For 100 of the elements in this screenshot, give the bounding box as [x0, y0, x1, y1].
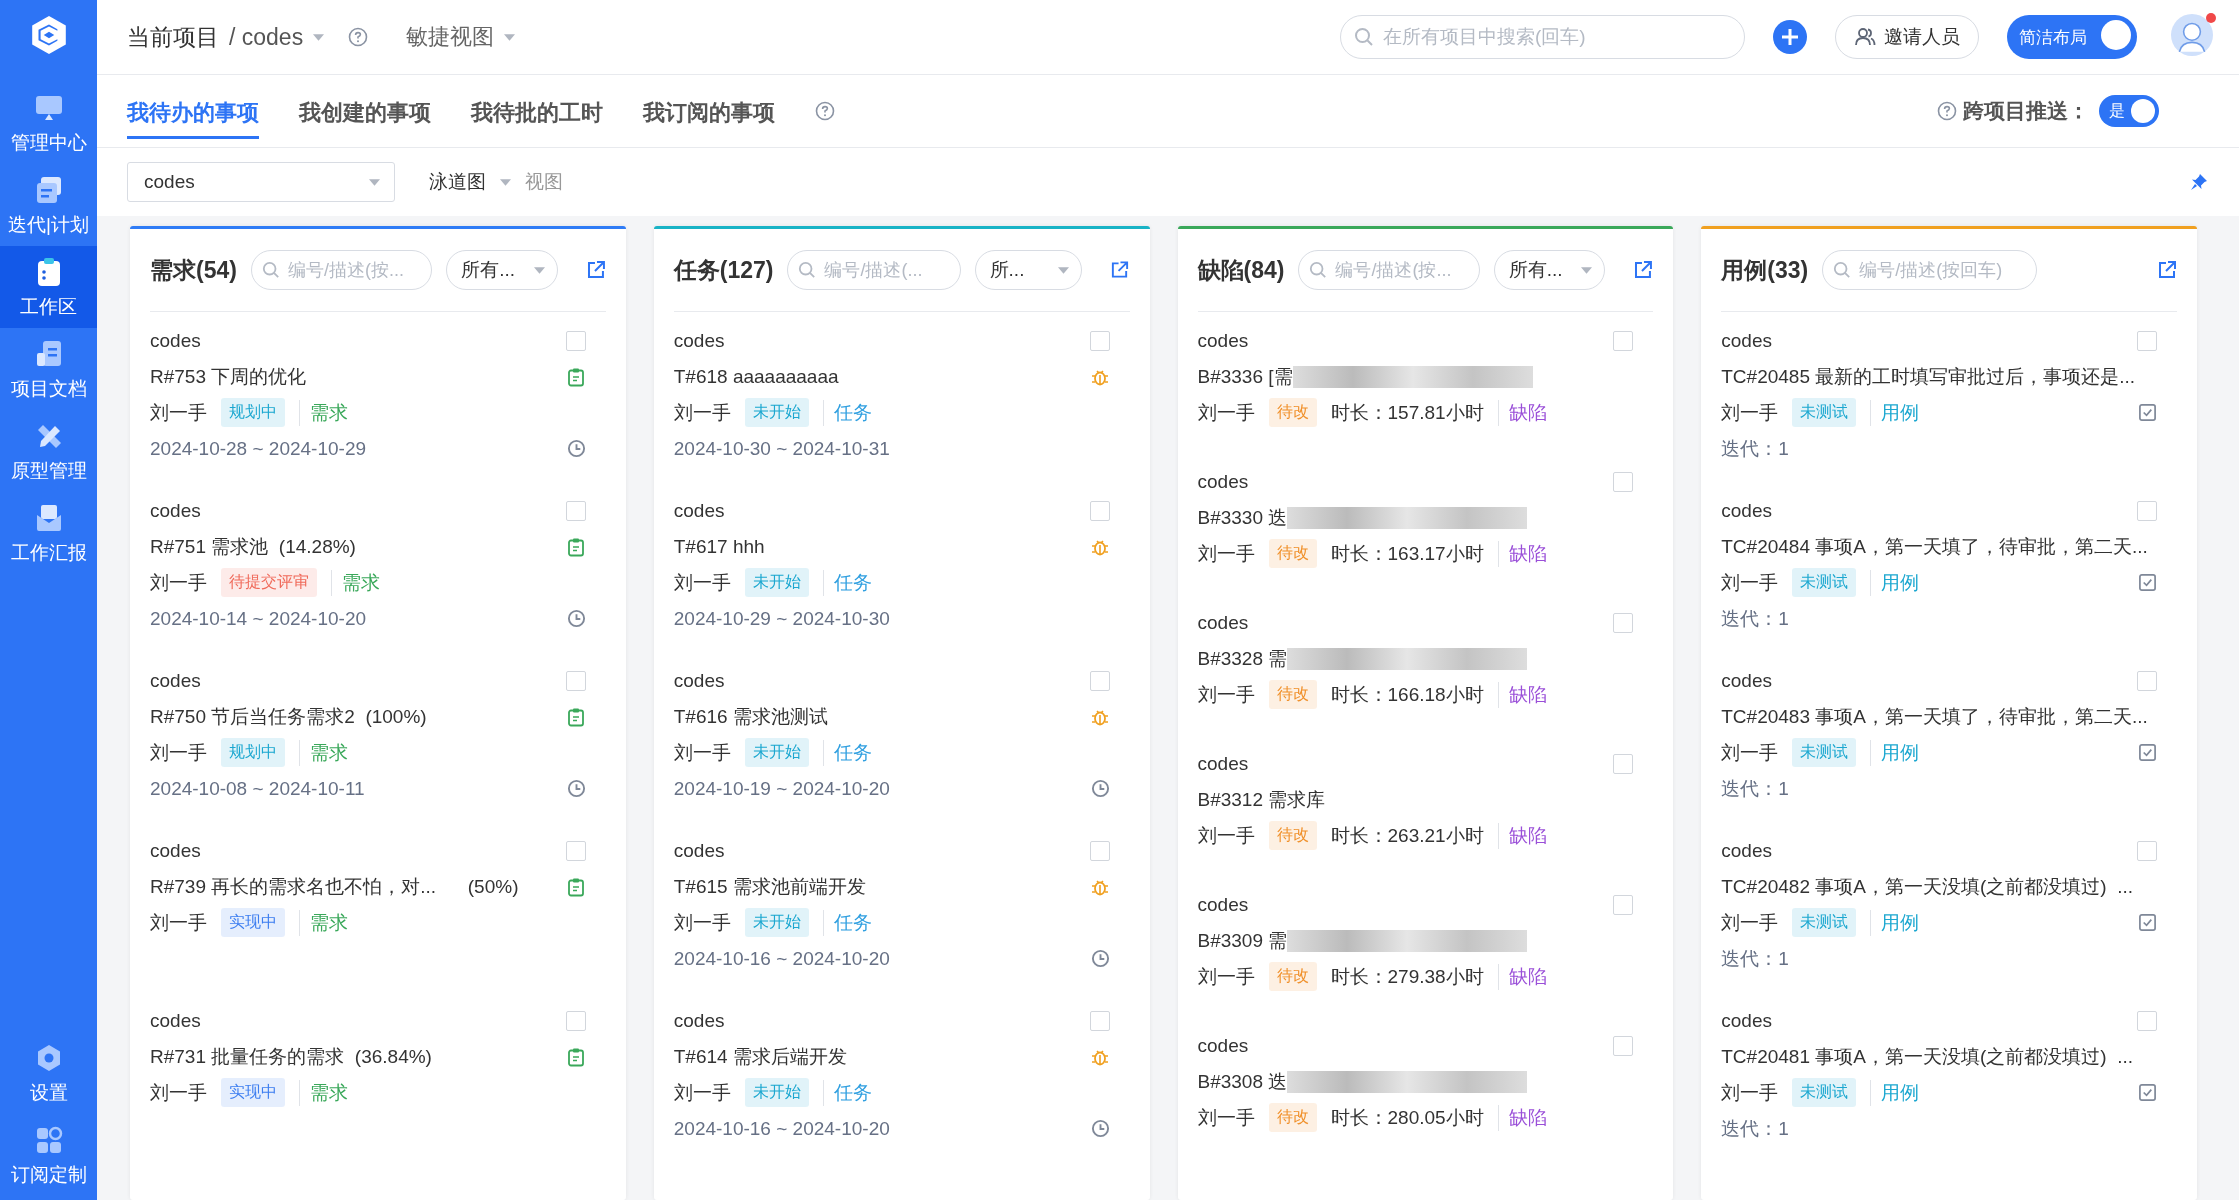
tab[interactable]: 我创建的事项 — [299, 83, 431, 139]
item-title[interactable]: TC#20483 事项A，第一天填了，待审批，第二天... — [1721, 703, 2148, 730]
status-tag: 待改 — [1268, 680, 1317, 709]
tab[interactable]: 我订阅的事项 — [643, 83, 775, 139]
checkbox[interactable] — [2137, 1010, 2157, 1031]
layout-toggle[interactable]: 简洁布局 — [2007, 15, 2137, 59]
checkbox[interactable] — [565, 840, 586, 861]
search-field[interactable]: 编号/描述(... — [787, 250, 961, 290]
checkbox[interactable] — [2137, 670, 2157, 691]
project-name: codes — [1197, 611, 1249, 634]
item-title[interactable]: T#617 hhh — [673, 535, 765, 558]
assignee-name: 刘一手 — [1721, 740, 1779, 765]
checkbox[interactable] — [1613, 330, 1634, 351]
item-title[interactable]: B#3308 迭 — [1197, 1068, 1288, 1095]
item-type: 缺陷 — [1497, 963, 1547, 990]
checkbox[interactable] — [1089, 1010, 1110, 1031]
checkbox[interactable] — [1613, 1035, 1634, 1056]
status-tag: 未测试 — [1792, 568, 1857, 597]
sidebar-item[interactable]: 迭代|计划 — [0, 164, 97, 246]
checkbox[interactable] — [565, 330, 586, 351]
search-field[interactable]: 编号/描述(按回车) — [1822, 250, 2038, 290]
checkbox[interactable] — [1613, 612, 1634, 633]
open-external-icon[interactable] — [1633, 260, 1654, 280]
view-selector[interactable]: 敏捷视图 — [406, 22, 495, 52]
invite-button[interactable]: 邀请人员 — [1835, 15, 1979, 59]
item-type: 缺陷 — [1497, 540, 1547, 567]
people-icon — [1854, 26, 1876, 48]
assignee-name: 刘一手 — [150, 400, 207, 425]
help-icon[interactable] — [348, 27, 369, 47]
sidebar-item[interactable]: 工作汇报 — [0, 492, 97, 574]
item-type: 缺陷 — [1497, 1104, 1547, 1131]
checkbox[interactable] — [1089, 330, 1110, 351]
checkbox[interactable] — [565, 500, 586, 521]
project-dropdown[interactable]: codes — [127, 162, 395, 202]
add-button[interactable] — [1773, 20, 1807, 54]
sidebar-item[interactable]: 设置 — [0, 1032, 97, 1114]
sidebar-item[interactable]: 项目文档 — [0, 328, 97, 410]
checkbox[interactable] — [1613, 753, 1634, 774]
assignee-name: 刘一手 — [673, 1080, 731, 1105]
assignee-name: 刘一手 — [673, 910, 731, 935]
swimlane-selector[interactable]: 泳道图 — [429, 169, 486, 195]
help-icon[interactable] — [1937, 101, 1957, 121]
item-title[interactable]: R#750 节后当任务需求2 (100%) — [150, 703, 427, 730]
project-selector[interactable]: / codes — [229, 23, 304, 51]
checkbox[interactable] — [1089, 670, 1110, 691]
date-range: 2024-10-29 ~ 2024-10-30 — [673, 607, 890, 630]
item-type: 需求 — [299, 1079, 348, 1106]
checkbox[interactable] — [1613, 894, 1634, 915]
item-title[interactable]: TC#20481 事项A，第一天没填(之前都没填过) ... — [1721, 1043, 2133, 1070]
clipboard-icon — [565, 1046, 586, 1067]
item-title[interactable]: TC#20485 最新的工时填写审批过后，事项还是... — [1721, 363, 2136, 390]
checkbox[interactable] — [565, 670, 586, 691]
checkbox[interactable] — [2137, 330, 2157, 351]
tab[interactable]: 我待批的工时 — [471, 83, 603, 139]
item-title[interactable]: T#618 aaaaaaaaaa — [673, 365, 839, 388]
item-title[interactable]: T#615 需求池前端开发 — [673, 873, 866, 900]
checkbox[interactable] — [2137, 500, 2157, 521]
item-title[interactable]: R#751 需求池 (14.28%) — [150, 533, 356, 560]
open-external-icon[interactable] — [585, 260, 606, 280]
sidebar-item[interactable]: 工作区 — [0, 246, 97, 328]
checkbox[interactable] — [1089, 500, 1110, 521]
item-title[interactable]: B#3312 需求库 — [1197, 786, 1326, 813]
assignee-name: 刘一手 — [1721, 1080, 1779, 1105]
item-title[interactable]: T#614 需求后端开发 — [673, 1043, 847, 1070]
checkbox[interactable] — [565, 1010, 586, 1031]
checkbox[interactable] — [2137, 840, 2157, 861]
item-title[interactable]: R#739 再长的需求名也不怕，对... (50%) — [150, 873, 519, 900]
help-icon[interactable] — [815, 101, 835, 121]
sidebar-item[interactable]: 管理中心 — [0, 82, 97, 164]
date-range: 2024-10-16 ~ 2024-10-20 — [673, 1117, 890, 1140]
item-title[interactable]: B#3336 [需 — [1197, 363, 1293, 390]
item-title[interactable]: B#3309 需 — [1197, 927, 1288, 954]
cross-project-push-toggle[interactable]: 是 — [2099, 95, 2159, 127]
assignee-name: 刘一手 — [1197, 823, 1255, 848]
status-tag: 未测试 — [1792, 1078, 1857, 1107]
item-title[interactable]: R#731 批量任务的需求 (36.84%) — [150, 1043, 432, 1070]
sidebar-item[interactable]: 原型管理 — [0, 410, 97, 492]
checkbox[interactable] — [1613, 471, 1634, 492]
date-range: 2024-10-19 ~ 2024-10-20 — [673, 777, 890, 800]
item-title[interactable]: TC#20482 事项A，第一天没填(之前都没填过) ... — [1721, 873, 2133, 900]
breadcrumb: 当前项目 — [127, 22, 219, 52]
search-field[interactable]: 编号/描述(按... — [250, 250, 433, 290]
item-title[interactable]: B#3328 需 — [1197, 645, 1288, 672]
item-title[interactable]: R#753 下周的优化 — [150, 363, 307, 390]
item-title[interactable]: TC#20484 事项A，第一天填了，待审批，第二天... — [1721, 533, 2148, 560]
search-field[interactable]: 编号/描述(按... — [1298, 250, 1480, 290]
tab[interactable]: 我待办的事项 — [127, 83, 259, 139]
search-field[interactable]: 在所有项目中搜索(回车) — [1340, 15, 1745, 59]
assignee-name: 刘一手 — [1197, 964, 1255, 989]
item-title[interactable]: B#3330 迭 — [1197, 504, 1288, 531]
status-tag: 待改 — [1268, 1103, 1317, 1132]
item-title[interactable]: T#616 需求池测试 — [673, 703, 828, 730]
project-name: codes — [150, 669, 201, 692]
status-tag: 规划中 — [221, 398, 285, 427]
sidebar-item[interactable]: 订阅定制 — [0, 1114, 97, 1196]
pin-icon[interactable] — [2189, 172, 2209, 192]
checkbox[interactable] — [1089, 840, 1110, 861]
avatar-icon[interactable] — [2171, 14, 2213, 56]
open-external-icon[interactable] — [1110, 260, 1130, 280]
open-external-icon[interactable] — [2157, 260, 2177, 280]
